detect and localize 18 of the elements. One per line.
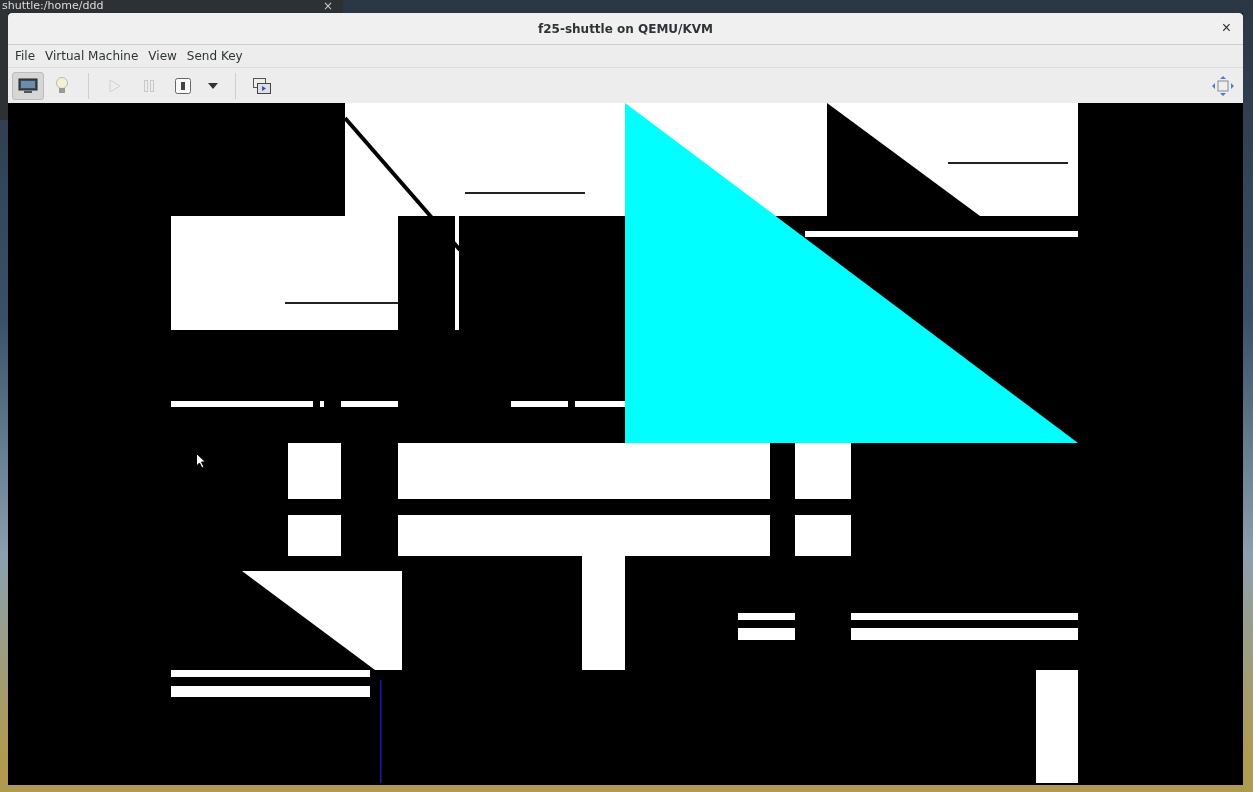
menu-item[interactable]: View [143, 49, 182, 63]
power-switch-icon [175, 77, 191, 94]
lightbulb-icon [55, 76, 69, 95]
fullscreen-icon [1212, 75, 1234, 96]
pause-icon [144, 79, 154, 92]
screens-icon [253, 77, 271, 94]
window-title: shuttle:/home/ddd [2, 0, 104, 12]
menu-item[interactable]: File [10, 49, 41, 63]
mouse-pointer-icon [196, 453, 206, 469]
close-button[interactable]: × [1217, 20, 1235, 36]
window-title: f25-shuttle on QEMU/KVM [538, 21, 713, 36]
menu-item[interactable]: Virtual Machine [40, 49, 144, 63]
console-button[interactable] [12, 71, 44, 100]
menu-item[interactable]: Send Key [181, 49, 248, 63]
caret-icon [208, 82, 218, 89]
close-button[interactable]: × [322, 0, 333, 12]
play-icon [109, 78, 121, 93]
monitor-icon [18, 77, 38, 94]
